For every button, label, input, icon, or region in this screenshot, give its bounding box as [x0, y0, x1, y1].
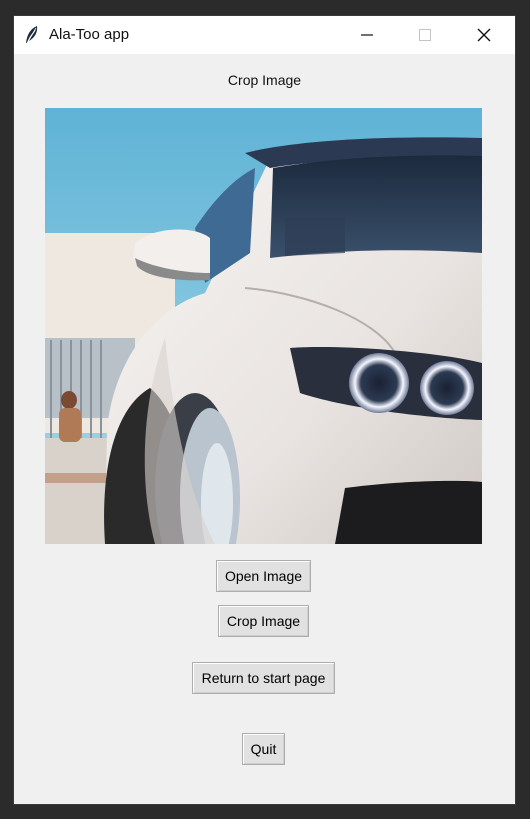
feather-icon	[26, 26, 38, 44]
crop-image-button[interactable]: Crop Image	[218, 605, 309, 637]
title-bar[interactable]: Ala-Too app	[14, 16, 515, 54]
maximize-button[interactable]	[402, 16, 448, 54]
minimize-button[interactable]	[344, 16, 390, 54]
window-title: Ala-Too app	[49, 26, 130, 43]
car-image	[45, 108, 482, 544]
minimize-icon	[361, 34, 373, 36]
maximize-icon	[419, 29, 431, 41]
close-button[interactable]	[461, 16, 507, 54]
app-window: Ala-Too app Crop Image Open Image Crop I…	[14, 16, 515, 804]
car-photo	[45, 108, 482, 544]
quit-button[interactable]: Quit	[242, 733, 285, 765]
page-heading: Crop Image	[227, 72, 302, 88]
close-icon	[477, 28, 491, 42]
open-image-button[interactable]: Open Image	[216, 560, 311, 592]
return-to-start-button[interactable]: Return to start page	[192, 662, 335, 694]
